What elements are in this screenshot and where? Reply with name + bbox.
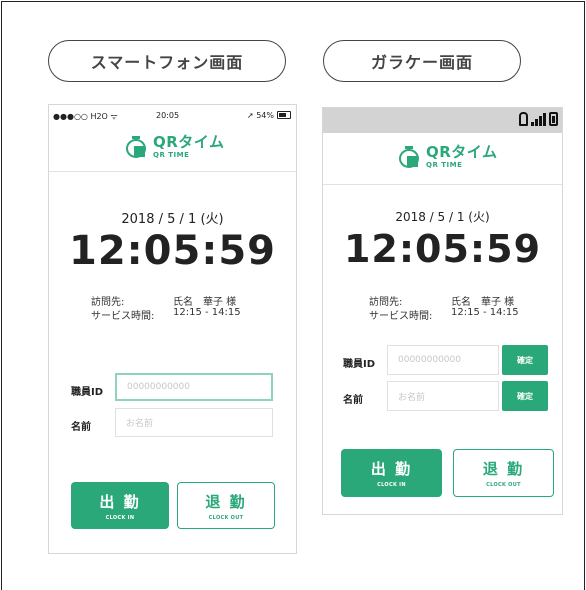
- visit-value: 氏名 華子 様: [451, 297, 515, 308]
- smartphone-label: スマートフォン画面: [48, 40, 286, 82]
- service-time-label: サービス時間:: [369, 311, 433, 322]
- battery-percent: ➚ 54%: [246, 111, 274, 120]
- battery-icon: [277, 111, 291, 119]
- header-divider: [323, 184, 562, 185]
- staff-id-placeholder: 00000000000: [398, 355, 461, 365]
- status-time: 20:05: [156, 111, 180, 120]
- feature-phone-screen: QRタイム QR TIME 2018 / 5 / 1 (火) 12:05:59 …: [322, 107, 563, 515]
- visit-value: 氏名 華子 様: [173, 297, 237, 308]
- carrier-label: ●●●○○ H2O ᯤ: [53, 112, 118, 121]
- feature-phone-label: ガラケー画面: [323, 40, 521, 82]
- staff-id-label: 職員ID: [71, 387, 104, 398]
- name-label: 名前: [71, 422, 91, 433]
- confirm-name-button[interactable]: 確定: [502, 381, 548, 411]
- clock-out-label: 退 勤: [482, 460, 525, 478]
- clock-in-label: 出 勤: [99, 492, 141, 511]
- status-bar: ●●●○○ H2O ᯤ 20:05 ➚ 54%: [49, 105, 296, 127]
- date-display: 2018 / 5 / 1 (火): [395, 210, 490, 224]
- visit-label: 訪問先:: [369, 297, 403, 308]
- name-label: 名前: [343, 395, 363, 406]
- service-time-label: サービス時間:: [91, 311, 155, 322]
- name-placeholder: お名前: [398, 392, 426, 403]
- clock-in-sublabel: CLOCK IN: [105, 514, 135, 521]
- clock-out-button[interactable]: 退 勤 CLOCK OUT: [177, 482, 275, 529]
- clock-in-label: 出 勤: [370, 460, 413, 478]
- logo-title: QRタイム: [426, 143, 498, 161]
- staff-id-placeholder: 00000000000: [127, 382, 190, 392]
- name-input[interactable]: お名前: [387, 381, 499, 411]
- timer-logo-icon: [125, 136, 147, 158]
- name-placeholder: お名前: [126, 419, 154, 429]
- visit-info: 訪問先: 氏名 華子 様 サービス時間: 12:15 - 14:15: [91, 293, 241, 322]
- clock-in-button[interactable]: 出 勤 CLOCK IN: [341, 449, 442, 497]
- clock-out-sublabel: CLOCK OUT: [208, 514, 244, 521]
- logo-subtitle: QR TIME: [426, 161, 463, 169]
- service-time-value: 12:15 - 14:15: [451, 307, 519, 318]
- service-time-value: 12:15 - 14:15: [173, 307, 241, 318]
- staff-id-input[interactable]: 00000000000: [387, 345, 499, 375]
- smartphone-screen: ●●●○○ H2O ᯤ 20:05 ➚ 54% QRタイム QR TIME 20…: [48, 104, 297, 554]
- visit-info: 訪問先: 氏名 華子 様 サービス時間: 12:15 - 14:15: [369, 293, 519, 322]
- clock-in-button[interactable]: 出 勤 CLOCK IN: [71, 482, 169, 529]
- status-bar: [323, 108, 562, 133]
- header-divider: [49, 171, 296, 172]
- clock-display: 12:05:59: [343, 227, 542, 271]
- battery-icon: [549, 112, 558, 126]
- app-logo: QRタイム QR TIME: [398, 145, 498, 169]
- staff-id-input[interactable]: 00000000000: [115, 373, 273, 401]
- clock-in-sublabel: CLOCK IN: [377, 482, 406, 488]
- clock-out-button[interactable]: 退 勤 CLOCK OUT: [453, 449, 554, 497]
- visit-label: 訪問先:: [91, 297, 125, 308]
- logo-title: QRタイム: [153, 133, 225, 151]
- staff-id-label: 職員ID: [343, 359, 376, 370]
- signal-icon: [531, 112, 546, 126]
- confirm-staff-id-button[interactable]: 確定: [502, 345, 548, 375]
- app-logo: QRタイム QR TIME: [125, 135, 225, 159]
- date-display: 2018 / 5 / 1 (火): [121, 212, 224, 227]
- antenna-icon: [519, 112, 528, 126]
- clock-out-label: 退 勤: [205, 492, 247, 511]
- clock-out-sublabel: CLOCK OUT: [486, 482, 521, 488]
- timer-logo-icon: [398, 146, 420, 168]
- name-input[interactable]: お名前: [115, 408, 273, 437]
- clock-display: 12:05:59: [69, 228, 276, 274]
- logo-subtitle: QR TIME: [153, 151, 190, 159]
